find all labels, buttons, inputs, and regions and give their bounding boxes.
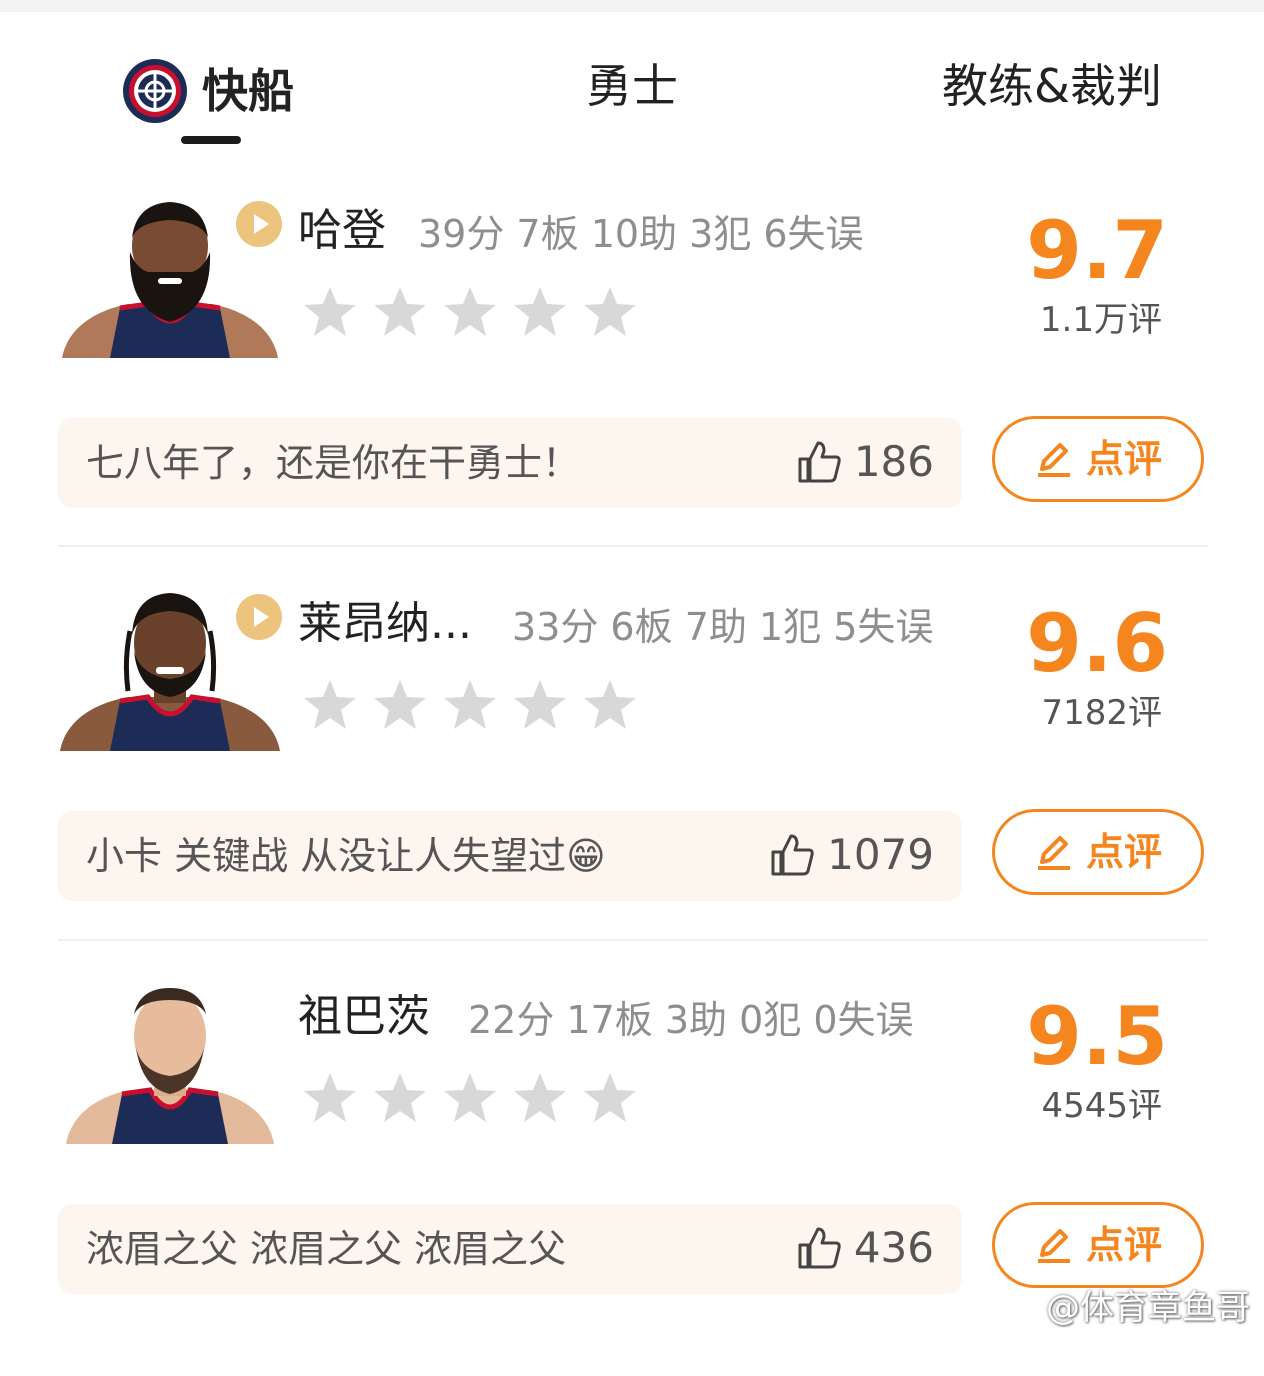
pencil-icon <box>1037 443 1070 477</box>
star-icon[interactable] <box>512 1070 568 1126</box>
highlight-video-play-icon[interactable] <box>235 593 283 641</box>
thumbs-up-icon <box>798 441 841 483</box>
star-icon[interactable] <box>372 677 428 733</box>
star-icon[interactable] <box>582 677 638 733</box>
star-icon[interactable] <box>442 1070 498 1126</box>
star-icon[interactable] <box>372 284 428 340</box>
divider <box>58 545 1208 547</box>
star-icon[interactable] <box>302 284 358 340</box>
tab-label: 教练&裁判 <box>942 59 1162 113</box>
like-count: 1079 <box>827 830 934 879</box>
star-icon[interactable] <box>442 677 498 733</box>
review-button[interactable]: 点评 <box>992 809 1204 895</box>
divider <box>58 939 1208 941</box>
clippers-logo-icon <box>123 59 187 123</box>
player-name[interactable]: 莱昂纳... <box>298 597 472 651</box>
highlight-video-play-icon[interactable] <box>235 200 283 248</box>
star-icon[interactable] <box>582 284 638 340</box>
like-button[interactable]: 1079 <box>767 829 934 881</box>
top-comment[interactable]: 浓眉之父 浓眉之父 浓眉之父 436 <box>58 1204 962 1294</box>
active-tab-indicator <box>181 136 241 144</box>
star-icon[interactable] <box>512 284 568 340</box>
like-button[interactable]: 186 <box>794 436 934 488</box>
review-button-label: 点评 <box>1085 1223 1162 1267</box>
pencil-icon <box>1037 836 1070 870</box>
comment-text: 浓眉之父 浓眉之父 浓眉之父 <box>86 1227 567 1271</box>
review-button[interactable]: 点评 <box>992 1202 1204 1288</box>
star-icon[interactable] <box>302 677 358 733</box>
review-button-label: 点评 <box>1085 437 1162 481</box>
tab-coaches-referees[interactable]: 教练&裁判 <box>942 58 1162 114</box>
star-rating[interactable] <box>302 1070 638 1126</box>
like-count: 436 <box>853 1223 934 1272</box>
team-tabs: 快船 勇士 教练&裁判 <box>0 40 1264 150</box>
review-button-label: 点评 <box>1085 830 1162 874</box>
player-avatar[interactable] <box>58 984 282 1144</box>
player-score: 9.6 <box>1026 597 1168 690</box>
review-button[interactable]: 点评 <box>992 416 1204 502</box>
comment-text: 七八年了，还是你在干勇士！ <box>86 441 581 485</box>
tab-label: 勇士 <box>586 59 678 113</box>
star-rating[interactable] <box>302 677 638 733</box>
top-comment[interactable]: 小卡 关键战 从没让人失望过😁 1079 <box>58 811 962 901</box>
star-icon[interactable] <box>302 1070 358 1126</box>
top-comment[interactable]: 七八年了，还是你在干勇士！ 186 <box>58 418 962 508</box>
tab-clippers[interactable]: 快船 <box>122 58 294 124</box>
player-name[interactable]: 哈登 <box>298 204 386 258</box>
player-card: 哈登 39分 7板 10助 3犯 6失误 9.7 1.1万评 七八年了，还是你在… <box>0 198 1264 590</box>
watermark-text: @体育章鱼哥 <box>1046 1288 1250 1328</box>
star-icon[interactable] <box>442 284 498 340</box>
rating-count: 1.1万评 <box>1039 300 1162 340</box>
thumbs-up-icon <box>771 834 814 876</box>
player-stats: 39分 7板 10助 3犯 6失误 <box>418 212 864 256</box>
tab-label: 快船 <box>202 64 294 118</box>
like-button[interactable]: 436 <box>794 1222 934 1274</box>
player-stats: 22分 17板 3助 0犯 0失误 <box>468 998 914 1042</box>
star-icon[interactable] <box>582 1070 638 1126</box>
thumbs-up-icon <box>798 1227 841 1269</box>
status-strip <box>0 0 1264 12</box>
player-stats: 33分 6板 7助 1犯 5失误 <box>512 605 934 649</box>
star-rating[interactable] <box>302 284 638 340</box>
comment-text: 小卡 关键战 从没让人失望过😁 <box>86 834 606 878</box>
player-card: 莱昂纳... 33分 6板 7助 1犯 5失误 9.6 7182评 小卡 关键战… <box>0 591 1264 983</box>
weibo-logo-icon <box>994 1292 1036 1325</box>
player-name[interactable]: 祖巴茨 <box>298 990 430 1044</box>
rating-count: 7182评 <box>1041 693 1162 733</box>
star-icon[interactable] <box>372 1070 428 1126</box>
player-score: 9.5 <box>1026 990 1168 1083</box>
like-count: 186 <box>853 437 934 486</box>
pencil-icon <box>1037 1229 1070 1263</box>
weibo-watermark: @体育章鱼哥 <box>994 1288 1250 1328</box>
rating-count: 4545评 <box>1041 1086 1162 1126</box>
star-icon[interactable] <box>512 677 568 733</box>
player-score: 9.7 <box>1026 204 1168 297</box>
tab-warriors[interactable]: 勇士 <box>586 58 678 114</box>
